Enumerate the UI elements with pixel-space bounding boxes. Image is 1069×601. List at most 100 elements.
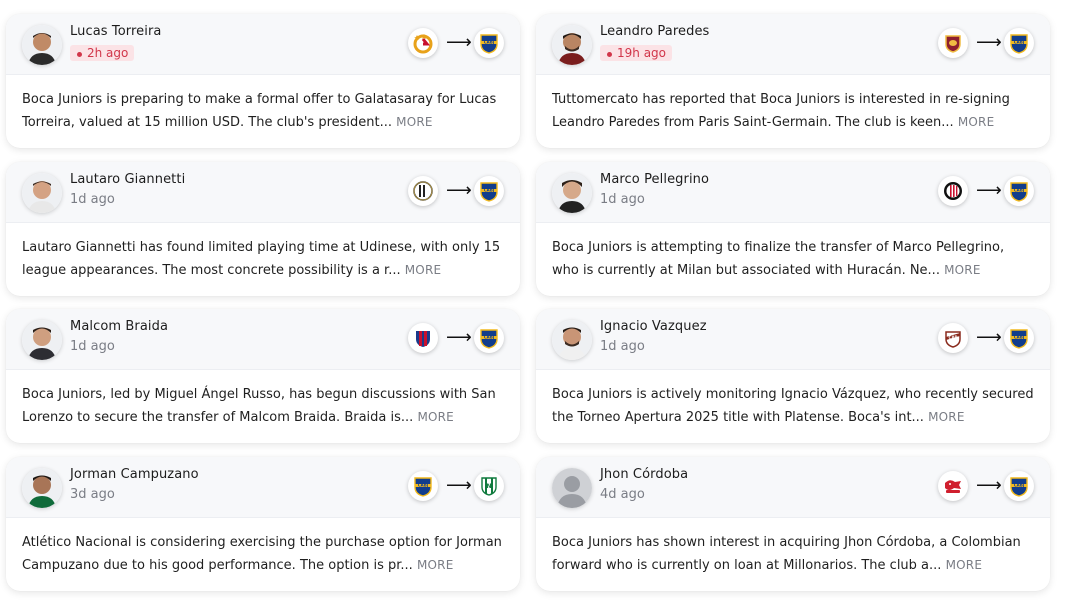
platense-crest-icon[interactable]: CAP [938, 323, 968, 353]
player-name[interactable]: Lucas Torreira [70, 24, 161, 39]
card-header: Jorman Campuzano 3d ago CABJ ⟶ N [6, 457, 520, 518]
more-link[interactable]: MORE [396, 115, 433, 129]
time-badge: 19h ago [600, 45, 673, 61]
player-avatar [22, 468, 62, 508]
svg-text:N: N [486, 483, 491, 490]
arrow-right-icon: ⟶ [976, 32, 1002, 53]
svg-text:CABJ: CABJ [1014, 335, 1025, 340]
time-label: 1d ago [600, 339, 645, 354]
galatasaray-crest-icon[interactable] [408, 28, 438, 58]
arrow-right-icon: ⟶ [976, 327, 1002, 348]
time-label: 3d ago [70, 487, 115, 502]
time-label: 1d ago [600, 192, 645, 207]
card-header: Jhon Córdoba 4d ago ⟶ CABJ [536, 457, 1050, 518]
atletico-nacional-crest-icon[interactable]: N [474, 471, 504, 501]
card-summary: Boca Juniors has shown interest in acqui… [536, 518, 1050, 577]
player-name[interactable]: Malcom Braida [70, 319, 168, 334]
arrow-right-icon: ⟶ [446, 180, 472, 201]
player-avatar [552, 320, 592, 360]
transfer-card[interactable]: Jhon Córdoba 4d ago ⟶ CABJ Boca Juniors … [536, 457, 1050, 591]
player-avatar [552, 25, 592, 65]
svg-text:CABJ: CABJ [1014, 188, 1025, 193]
player-avatar [22, 320, 62, 360]
boca-juniors-crest-icon[interactable]: CABJ [1004, 28, 1034, 58]
card-summary: Boca Juniors, led by Miguel Ángel Russo,… [6, 370, 520, 429]
player-name[interactable]: Ignacio Vazquez [600, 319, 707, 334]
card-header: Malcom Braida 1d ago ⟶ CABJ [6, 309, 520, 370]
more-link[interactable]: MORE [417, 558, 454, 572]
as-roma-crest-icon[interactable] [938, 28, 968, 58]
svg-text:CABJ: CABJ [484, 188, 495, 193]
player-avatar [552, 173, 592, 213]
svg-text:CABJ: CABJ [484, 40, 495, 45]
more-link[interactable]: MORE [928, 410, 965, 424]
svg-text:CABJ: CABJ [418, 483, 429, 488]
transfer-card[interactable]: Lucas Torreira 2h ago ⟶ CABJ Boca Junior… [6, 14, 520, 148]
card-header: Lucas Torreira 2h ago ⟶ CABJ [6, 14, 520, 75]
more-link[interactable]: MORE [405, 263, 442, 277]
player-name[interactable]: Jhon Córdoba [600, 467, 688, 482]
arrow-right-icon: ⟶ [976, 475, 1002, 496]
card-summary: Boca Juniors is actively monitoring Igna… [536, 370, 1050, 429]
time-label: 1d ago [70, 192, 115, 207]
player-name[interactable]: Marco Pellegrino [600, 172, 709, 187]
transfer-card[interactable]: Leandro Paredes 19h ago ⟶ CABJ Tuttomerc… [536, 14, 1050, 148]
boca-juniors-crest-icon[interactable]: CABJ [474, 176, 504, 206]
more-link[interactable]: MORE [417, 410, 454, 424]
summary-text: Tuttomercato has reported that Boca Juni… [552, 92, 1010, 130]
transfer-card[interactable]: Jorman Campuzano 3d ago CABJ ⟶ N Atlétic… [6, 457, 520, 591]
transfer-direction: ⟶ CABJ [938, 471, 1034, 501]
boca-juniors-crest-icon[interactable]: CABJ [1004, 323, 1034, 353]
boca-juniors-crest-icon[interactable]: CABJ [1004, 176, 1034, 206]
more-link[interactable]: MORE [958, 115, 995, 129]
player-name[interactable]: Leandro Paredes [600, 24, 709, 39]
transfer-news-grid: Lucas Torreira 2h ago ⟶ CABJ Boca Junior… [0, 0, 1069, 601]
player-avatar [22, 25, 62, 65]
player-name[interactable]: Jorman Campuzano [70, 467, 199, 482]
transfer-direction: CAP ⟶ CABJ [938, 323, 1034, 353]
card-header: Lautaro Giannetti 1d ago ⟶ CABJ [6, 162, 520, 223]
player-avatar [22, 173, 62, 213]
transfer-card[interactable]: Marco Pellegrino 1d ago ⟶ CABJ Boca Juni… [536, 162, 1050, 296]
transfer-direction: ⟶ CABJ [408, 28, 504, 58]
transfer-card[interactable]: Lautaro Giannetti 1d ago ⟶ CABJ Lautaro … [6, 162, 520, 296]
time-label: 4d ago [600, 487, 645, 502]
arrow-right-icon: ⟶ [446, 32, 472, 53]
arrow-right-icon: ⟶ [446, 475, 472, 496]
time-badge: 2h ago [70, 45, 135, 61]
svg-text:CABJ: CABJ [1014, 483, 1025, 488]
transfer-direction: CABJ ⟶ N [408, 471, 504, 501]
summary-text: Boca Juniors is attempting to finalize t… [552, 240, 1005, 278]
card-header: Leandro Paredes 19h ago ⟶ CABJ [536, 14, 1050, 75]
arrow-right-icon: ⟶ [446, 327, 472, 348]
krasnodar-crest-icon[interactable] [938, 471, 968, 501]
transfer-card[interactable]: Ignacio Vazquez 1d ago CAP ⟶ CABJ Boca J… [536, 309, 1050, 443]
boca-juniors-crest-icon[interactable]: CABJ [474, 28, 504, 58]
boca-juniors-crest-icon[interactable]: CABJ [408, 471, 438, 501]
svg-text:CAP: CAP [949, 335, 958, 340]
boca-juniors-crest-icon[interactable]: CABJ [1004, 471, 1034, 501]
san-lorenzo-crest-icon[interactable] [408, 323, 438, 353]
more-link[interactable]: MORE [944, 263, 981, 277]
time-label: 1d ago [70, 339, 115, 354]
card-summary: Boca Juniors is attempting to finalize t… [536, 223, 1050, 282]
player-avatar [552, 468, 592, 508]
card-summary: Boca Juniors is preparing to make a form… [6, 75, 520, 134]
transfer-direction: ⟶ CABJ [408, 323, 504, 353]
boca-juniors-crest-icon[interactable]: CABJ [474, 323, 504, 353]
transfer-direction: ⟶ CABJ [938, 28, 1034, 58]
udinese-crest-icon[interactable] [408, 176, 438, 206]
card-header: Ignacio Vazquez 1d ago CAP ⟶ CABJ [536, 309, 1050, 370]
transfer-direction: ⟶ CABJ [408, 176, 504, 206]
card-summary: Lautaro Giannetti has found limited play… [6, 223, 520, 282]
more-link[interactable]: MORE [946, 558, 983, 572]
ac-milan-crest-icon[interactable] [938, 176, 968, 206]
transfer-card[interactable]: Malcom Braida 1d ago ⟶ CABJ Boca Juniors… [6, 309, 520, 443]
transfer-direction: ⟶ CABJ [938, 176, 1034, 206]
card-header: Marco Pellegrino 1d ago ⟶ CABJ [536, 162, 1050, 223]
card-summary: Atlético Nacional is considering exercis… [6, 518, 520, 577]
svg-text:CABJ: CABJ [1014, 40, 1025, 45]
player-name[interactable]: Lautaro Giannetti [70, 172, 185, 187]
card-summary: Tuttomercato has reported that Boca Juni… [536, 75, 1050, 134]
arrow-right-icon: ⟶ [976, 180, 1002, 201]
